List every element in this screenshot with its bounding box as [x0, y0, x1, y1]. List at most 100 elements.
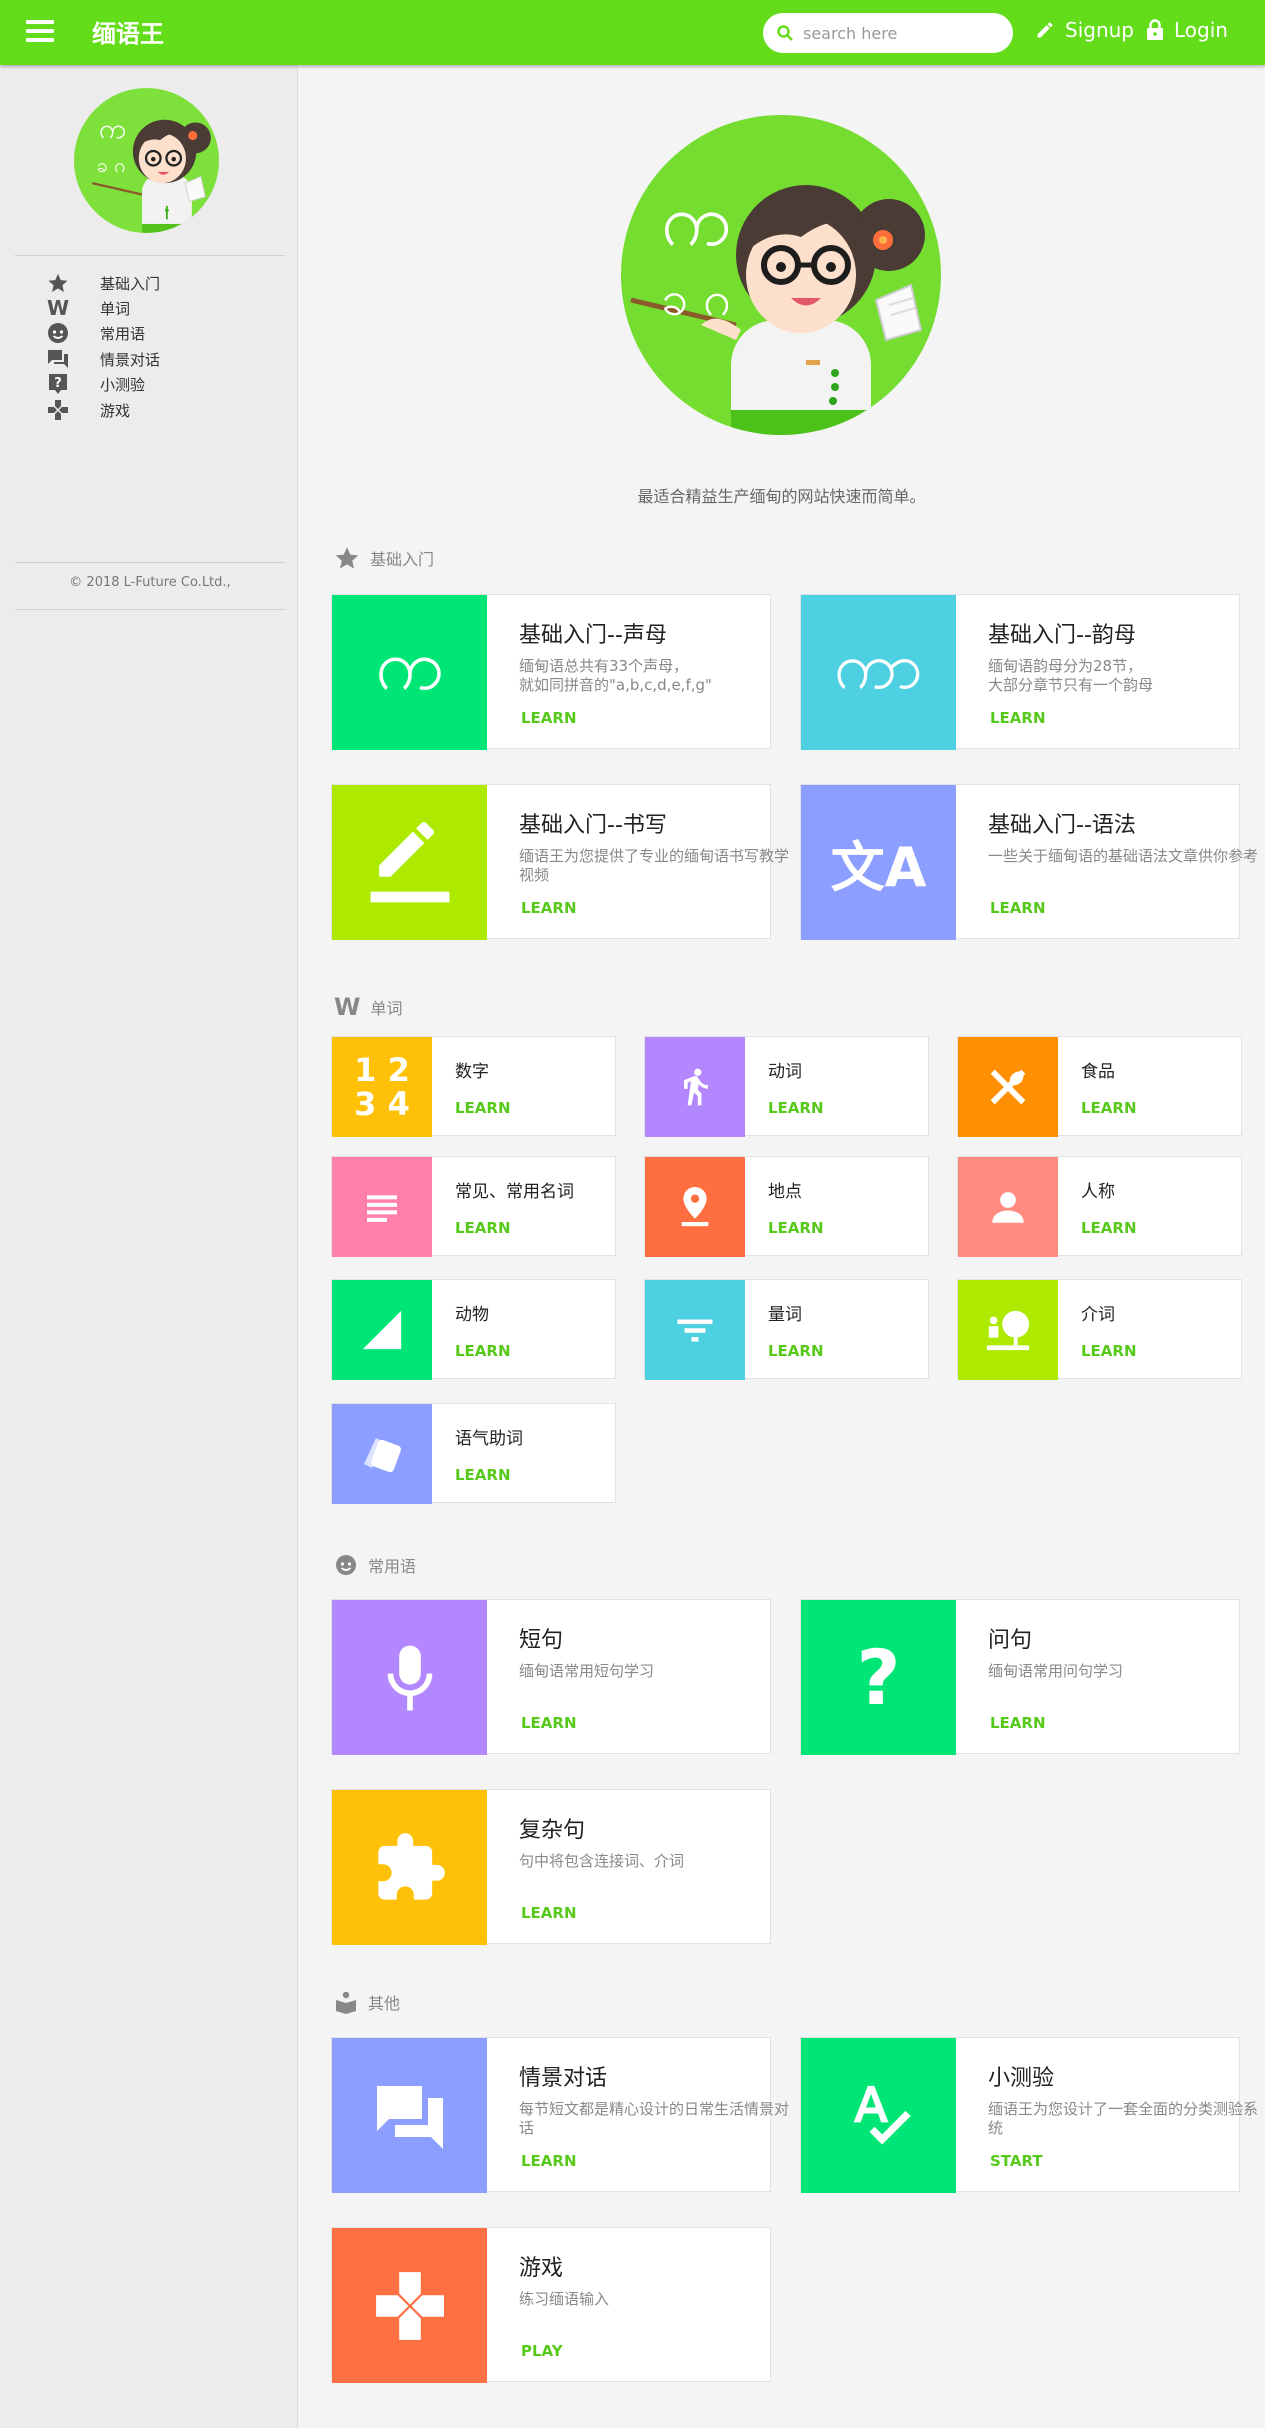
card-title: 基础入门--声母: [519, 623, 667, 648]
sidebar-divider: [15, 562, 285, 563]
learn-button[interactable]: LEARN: [990, 1714, 1046, 1732]
card-title: 动物: [455, 1305, 489, 1325]
glyph: ကာ: [834, 629, 923, 704]
play-button[interactable]: PLAY: [521, 2342, 563, 2360]
learn-button[interactable]: LEARN: [455, 1466, 511, 1484]
menu-icon[interactable]: [26, 20, 54, 44]
pencil-icon: [332, 785, 487, 940]
learn-button[interactable]: LEARN: [521, 2152, 577, 2170]
card-animals[interactable]: 动物 LEARN: [331, 1279, 616, 1380]
start-button[interactable]: START: [990, 2152, 1043, 2170]
gamepad-icon: [332, 2228, 487, 2383]
copyright: © 2018 L-Future Co.Ltd.,: [69, 575, 231, 590]
learn-button[interactable]: LEARN: [768, 1099, 824, 1117]
section-title: 基础入门: [370, 550, 435, 569]
card-food[interactable]: 食品 LEARN: [957, 1036, 1242, 1137]
lock-icon: [1147, 19, 1163, 40]
card-title: 数字: [455, 1062, 489, 1082]
card-grammar[interactable]: 文A 基础入门--语法 一些关于缅甸语的基础语法文章供你参考 LEARN: [800, 784, 1258, 940]
card-title: 量词: [768, 1305, 802, 1325]
section-header-phrases: 常用语: [334, 1553, 416, 1577]
signup-link[interactable]: Signup: [1035, 18, 1134, 42]
search-icon: [777, 25, 793, 41]
card-description: 一些关于缅甸语的基础语法文章供你参考: [988, 847, 1259, 865]
card-complex-sentences[interactable]: 复杂句 句中将包含连接词、介词 LEARN: [331, 1789, 771, 1945]
card-numbers[interactable]: 1 23 4 数字 LEARN: [331, 1036, 616, 1137]
learn-button[interactable]: LEARN: [521, 709, 577, 727]
numbers-icon: 1 23 4: [332, 1037, 432, 1137]
card-quiz[interactable]: 小测验 缅语王为您设计了一套全面的分类测验系统 START: [800, 2037, 1258, 2193]
sidebar-item-games[interactable]: 游戏: [15, 388, 285, 432]
login-link[interactable]: Login: [1146, 18, 1228, 42]
w-icon: W: [334, 993, 361, 1021]
card-title: 地点: [768, 1182, 802, 1202]
sidebar: က ခ ဂ 基础入门 W 单词 常用语 情景对话 ? 小测验 游戏 © 2018…: [0, 65, 298, 2428]
pencil-icon: [1037, 22, 1053, 38]
face-icon: [336, 1555, 356, 1575]
card-description: 缅甸语韵母分为28节， 大部分章节只有一个韵母: [988, 657, 1154, 694]
sidebar-item-label: 游戏: [100, 401, 131, 420]
sidebar-divider: [15, 609, 285, 610]
section-header-other: 其他: [334, 1990, 400, 2014]
sidebar-divider: [15, 255, 285, 256]
filter-icon: [645, 1280, 745, 1380]
card-places[interactable]: 地点 LEARN: [644, 1156, 929, 1257]
card-description: 每节短文都是精心设计的日常生活情景对话: [519, 2100, 790, 2137]
card-particles[interactable]: 语气助词 LEARN: [331, 1403, 616, 1504]
card-vowels[interactable]: ကာ 基础入门--韵母 缅甸语韵母分为28节， 大部分章节只有一个韵母 LEAR…: [800, 594, 1240, 750]
learn-button[interactable]: LEARN: [455, 1342, 511, 1360]
card-description: 练习缅语输入: [519, 2290, 610, 2308]
card-description: 句中将包含连接词、介词: [519, 1852, 685, 1870]
card-consonants[interactable]: က 基础入门--声母 缅甸语总共有33个声母， 就如同拼音的"a,b,c,d,e…: [331, 594, 771, 750]
tagline: 最适合精益生产缅甸的网站快速而简单。: [637, 487, 926, 506]
card-short-sentences[interactable]: 短句 缅甸语常用短句学习 LEARN: [331, 1599, 771, 1755]
card-title: 介词: [1081, 1305, 1115, 1325]
pin-icon: [645, 1157, 745, 1257]
learn-button[interactable]: LEARN: [1081, 1099, 1137, 1117]
learn-button[interactable]: LEARN: [455, 1099, 511, 1117]
search-box[interactable]: [763, 13, 1013, 53]
search-input[interactable]: [803, 21, 1003, 45]
mic-icon: [332, 1600, 487, 1755]
svg-text:ခ ဂ: ခ ဂ: [97, 154, 126, 177]
card-writing[interactable]: 基础入门--书写 缅语王为您提供了专业的缅甸语书写教学视频 LEARN: [331, 784, 789, 940]
learn-button[interactable]: LEARN: [768, 1219, 824, 1237]
card-prepositions[interactable]: 介词 LEARN: [957, 1279, 1242, 1380]
card-title: 问句: [988, 1628, 1033, 1653]
section-header-words: W 单词: [334, 993, 403, 1021]
card-title: 基础入门--语法: [988, 813, 1136, 838]
avatar: က ခ ဂ: [74, 88, 219, 233]
card-questions[interactable]: ? 问句 缅甸语常用问句学习 LEARN: [800, 1599, 1240, 1755]
card-pronouns[interactable]: 人称 LEARN: [957, 1156, 1242, 1257]
app-title[interactable]: 缅语王: [92, 14, 164, 49]
food-icon: [958, 1037, 1058, 1137]
card-title: 基础入门--书写: [519, 813, 667, 838]
card-title: 复杂句: [519, 1818, 586, 1843]
glyph: က: [375, 624, 444, 706]
chat-icon: [332, 2038, 487, 2193]
card-title: 基础入门--韵母: [988, 623, 1136, 648]
learn-button[interactable]: LEARN: [521, 899, 577, 917]
learn-button[interactable]: LEARN: [1081, 1342, 1137, 1360]
hero-illustration: က ခ ဂ: [621, 115, 941, 435]
learn-button[interactable]: LEARN: [768, 1342, 824, 1360]
card-dialogs[interactable]: 情景对话 每节短文都是精心设计的日常生活情景对话 LEARN: [331, 2037, 789, 2193]
learn-button[interactable]: LEARN: [990, 899, 1046, 917]
learn-button[interactable]: LEARN: [521, 1904, 577, 1922]
svg-text:က: က: [99, 112, 127, 145]
section-title: 常用语: [368, 1557, 417, 1576]
puzzle-icon: [332, 1790, 487, 1945]
card-games[interactable]: 游戏 练习缅语输入 PLAY: [331, 2227, 771, 2383]
learn-button[interactable]: LEARN: [521, 1714, 577, 1732]
learn-button[interactable]: LEARN: [455, 1219, 511, 1237]
reader-icon: [336, 1991, 356, 2014]
card-description: 缅甸语总共有33个声母， 就如同拼音的"a,b,c,d,e,f,g": [519, 657, 712, 694]
learn-button[interactable]: LEARN: [1081, 1219, 1137, 1237]
card-title: 小测验: [988, 2066, 1055, 2091]
learn-button[interactable]: LEARN: [990, 709, 1046, 727]
card-nouns[interactable]: 常见、常用名词 LEARN: [331, 1156, 616, 1257]
card-description: 缅甸语常用短句学习: [519, 1662, 655, 1680]
card-measure-words[interactable]: 量词 LEARN: [644, 1279, 929, 1380]
card-title: 语气助词: [455, 1429, 523, 1449]
card-verbs[interactable]: 动词 LEARN: [644, 1036, 929, 1137]
